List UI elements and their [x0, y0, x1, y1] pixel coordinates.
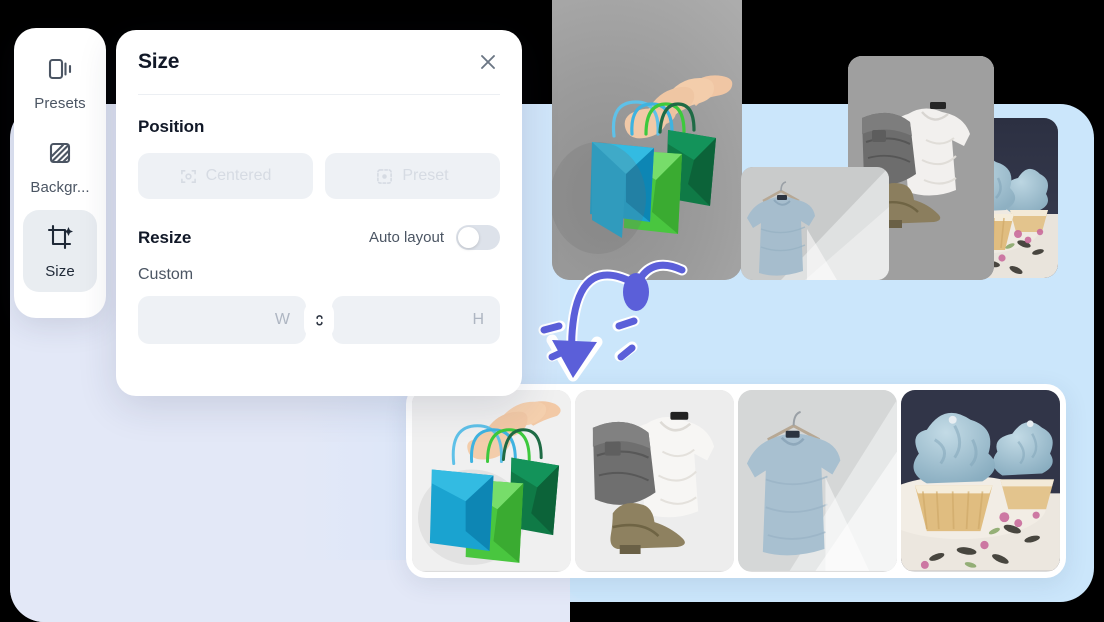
- height-input[interactable]: H: [332, 296, 500, 344]
- gallery-strip: [406, 384, 1066, 578]
- sidebar-item-label: Backgr...: [30, 179, 90, 196]
- auto-layout-toggle[interactable]: [456, 225, 500, 250]
- tool-rail: Presets Backgr... Size: [14, 28, 106, 318]
- background-pattern-icon: [45, 138, 75, 173]
- preset-button[interactable]: Preset: [325, 153, 500, 199]
- size-panel: Size Position Centered Preset Resize Aut…: [116, 30, 522, 396]
- custom-label: Custom: [138, 266, 194, 283]
- carousel-icon: [45, 54, 75, 89]
- crop-sparkle-icon: [45, 222, 75, 257]
- thumb-cupcakes-photo: [901, 390, 1060, 571]
- thumb-shopping-bags-photo: [412, 390, 571, 571]
- position-heading: Position: [138, 117, 205, 136]
- sidebar-item-presets[interactable]: Presets: [23, 42, 97, 124]
- unlink-aspect-ratio-icon[interactable]: [308, 306, 330, 334]
- thumb-tshirt-hanger[interactable]: [738, 390, 897, 572]
- thumb-tshirt-hanger-photo: [738, 390, 897, 571]
- position-buttons: Centered Preset: [116, 137, 522, 199]
- resize-row: Resize Auto layout: [116, 199, 522, 250]
- close-icon[interactable]: [476, 50, 500, 74]
- thumb-cupcakes[interactable]: [901, 390, 1060, 572]
- tshirt-hanger-card[interactable]: [741, 167, 889, 280]
- height-unit-label: H: [472, 311, 484, 328]
- tshirt-hanger-photo: [741, 167, 889, 280]
- center-target-icon: [180, 168, 197, 185]
- width-unit-label: W: [274, 311, 290, 328]
- page-title: Size: [138, 50, 180, 73]
- thumb-shopping-bags[interactable]: [412, 390, 571, 572]
- resize-heading: Resize: [138, 227, 192, 247]
- preset-target-icon: [376, 168, 393, 185]
- shopping-bags-photo: [552, 75, 733, 254]
- panel-header: Size: [116, 30, 522, 94]
- auto-layout-label: Auto layout: [368, 229, 444, 246]
- toggle-knob: [458, 227, 479, 248]
- centered-button-label: Centered: [205, 167, 272, 184]
- sidebar-item-label: Presets: [34, 95, 86, 112]
- sidebar-item-label: Size: [45, 263, 75, 280]
- sidebar-item-size[interactable]: Size: [23, 210, 97, 292]
- thumb-clothes-flatlay-photo: [575, 390, 734, 571]
- centered-button[interactable]: Centered: [138, 153, 313, 199]
- shopping-bags-card[interactable]: [552, 0, 742, 280]
- thumb-clothes-flatlay[interactable]: [575, 390, 734, 572]
- sidebar-item-background[interactable]: Backgr...: [23, 126, 97, 208]
- dimension-row: W H: [116, 284, 522, 344]
- app-root: Presets Backgr... Size Size Position Cen…: [0, 0, 1104, 622]
- width-input[interactable]: W: [138, 296, 306, 344]
- preset-button-label: Preset: [402, 167, 449, 184]
